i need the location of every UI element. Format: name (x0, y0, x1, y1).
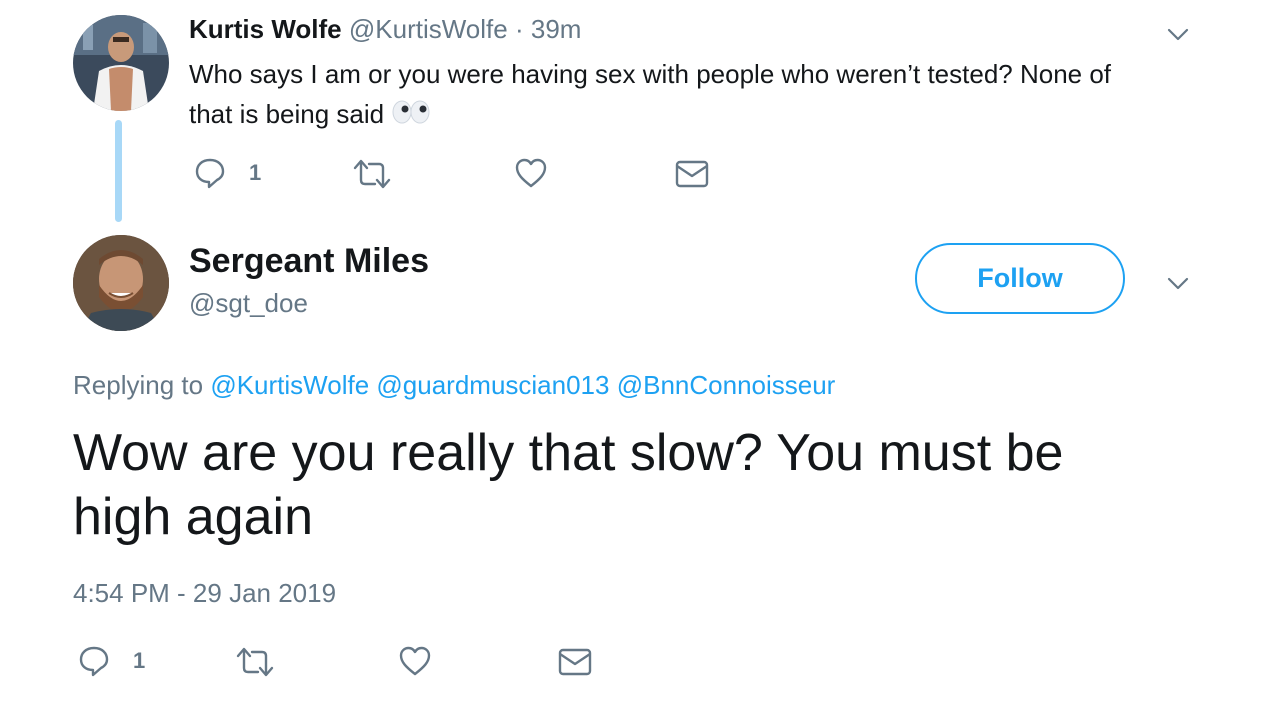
avatar-image (73, 235, 169, 331)
author-name[interactable]: Sergeant Miles (189, 242, 429, 281)
dm-button[interactable] (675, 159, 709, 189)
dm-button[interactable] (558, 647, 592, 677)
follow-button[interactable]: Follow (915, 243, 1125, 314)
reply-icon (195, 158, 225, 189)
like-icon (399, 646, 431, 676)
tweet-text-line: Who says I am or you were having sex wit… (189, 59, 1112, 89)
retweet-button[interactable] (236, 646, 274, 678)
reply-count: 1 (249, 160, 262, 185)
reply-tweet-text: Who says I am or you were having sex wit… (189, 54, 1229, 136)
tweet-text-line: high again (73, 488, 313, 546)
like-icon (515, 158, 547, 188)
like-button[interactable] (398, 645, 432, 677)
reply-button[interactable]: 1 (77, 644, 145, 678)
retweet-icon (236, 647, 274, 677)
replying-to-line: Replying to @KurtisWolfe @guardmuscian01… (73, 370, 835, 401)
retweet-button[interactable] (353, 158, 391, 190)
thread-connector-line (115, 120, 122, 222)
dm-icon (558, 648, 592, 676)
tweet-text-line: Wow are you really that slow? You must b… (73, 424, 1064, 482)
dm-icon (675, 160, 709, 188)
mention-link[interactable]: @guardmuscian013 (376, 370, 609, 400)
mention-link[interactable]: @BnnConnoisseur (617, 370, 836, 400)
retweet-icon (353, 159, 391, 189)
tweet-timestamp[interactable]: 4:54 PM - 29 Jan 2019 (73, 578, 336, 609)
reply-count: 1 (133, 648, 146, 673)
eyes-emoji (391, 96, 431, 136)
like-button[interactable] (514, 157, 548, 189)
tweet-text-line: that is being said (189, 94, 1229, 136)
reply-tweet-header: Kurtis Wolfe @KurtisWolfe · 39m (189, 14, 581, 45)
avatar-image (73, 15, 169, 111)
tweet-time[interactable]: 39m (531, 14, 582, 44)
mention-link[interactable]: @KurtisWolfe (210, 370, 369, 400)
author-name[interactable]: Kurtis Wolfe (189, 14, 342, 44)
reply-icon (79, 646, 109, 677)
author-handle[interactable]: @KurtisWolfe (349, 14, 508, 44)
tweet-text-fragment: that is being said (189, 99, 385, 129)
reply-button[interactable]: 1 (193, 156, 261, 190)
chevron-down-icon[interactable] (1166, 22, 1190, 51)
time-separator: · (514, 14, 524, 44)
main-tweet-text: Wow are you really that slow? You must b… (73, 421, 1063, 549)
replying-prefix: Replying to (73, 370, 204, 400)
chevron-down-icon[interactable] (1166, 271, 1190, 300)
avatar-kurtis[interactable] (73, 15, 169, 111)
avatar-sergeant[interactable] (73, 235, 169, 331)
author-handle[interactable]: @sgt_doe (189, 288, 308, 319)
